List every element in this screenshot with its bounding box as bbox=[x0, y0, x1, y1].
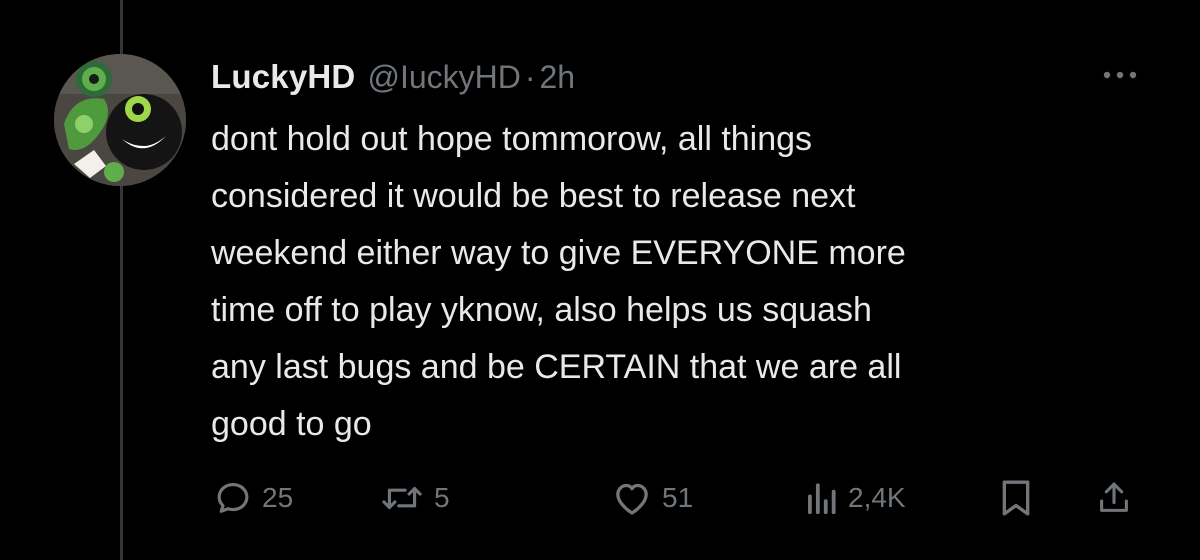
retweet-button[interactable]: 5 bbox=[380, 470, 450, 526]
author-name[interactable]: LuckyHD bbox=[211, 58, 355, 96]
tweet-actions-bar: 25 5 51 2,4K bbox=[0, 470, 1200, 526]
share-button[interactable] bbox=[1097, 470, 1131, 526]
like-count: 51 bbox=[662, 482, 694, 513]
views-icon bbox=[808, 483, 836, 515]
tweet-text: dont hold out hope tommorow, all things … bbox=[211, 120, 906, 443]
retweet-count: 5 bbox=[434, 482, 450, 513]
heart-icon bbox=[616, 483, 648, 515]
like-button[interactable]: 51 bbox=[612, 470, 693, 526]
views-count: 2,4K bbox=[848, 482, 906, 513]
share-icon bbox=[1100, 482, 1128, 512]
more-horizontal-icon bbox=[1103, 71, 1137, 79]
reply-button[interactable]: 25 bbox=[214, 470, 293, 526]
bookmark-icon bbox=[1002, 480, 1030, 516]
reply-count: 25 bbox=[262, 482, 294, 513]
retweet-icon bbox=[382, 487, 422, 509]
reply-icon bbox=[217, 482, 249, 513]
author-avatar[interactable] bbox=[54, 54, 186, 186]
more-options-button[interactable] bbox=[1096, 60, 1144, 90]
avatar-image bbox=[54, 54, 186, 186]
separator-dot: · bbox=[524, 59, 536, 95]
timestamp[interactable]: 2h bbox=[540, 59, 576, 96]
views-button[interactable]: 2,4K bbox=[804, 470, 906, 526]
author-handle[interactable]: @IuckyHD bbox=[367, 59, 520, 96]
bookmark-button[interactable] bbox=[999, 470, 1033, 526]
tweet-header: LuckyHD @IuckyHD · 2h bbox=[211, 58, 575, 102]
